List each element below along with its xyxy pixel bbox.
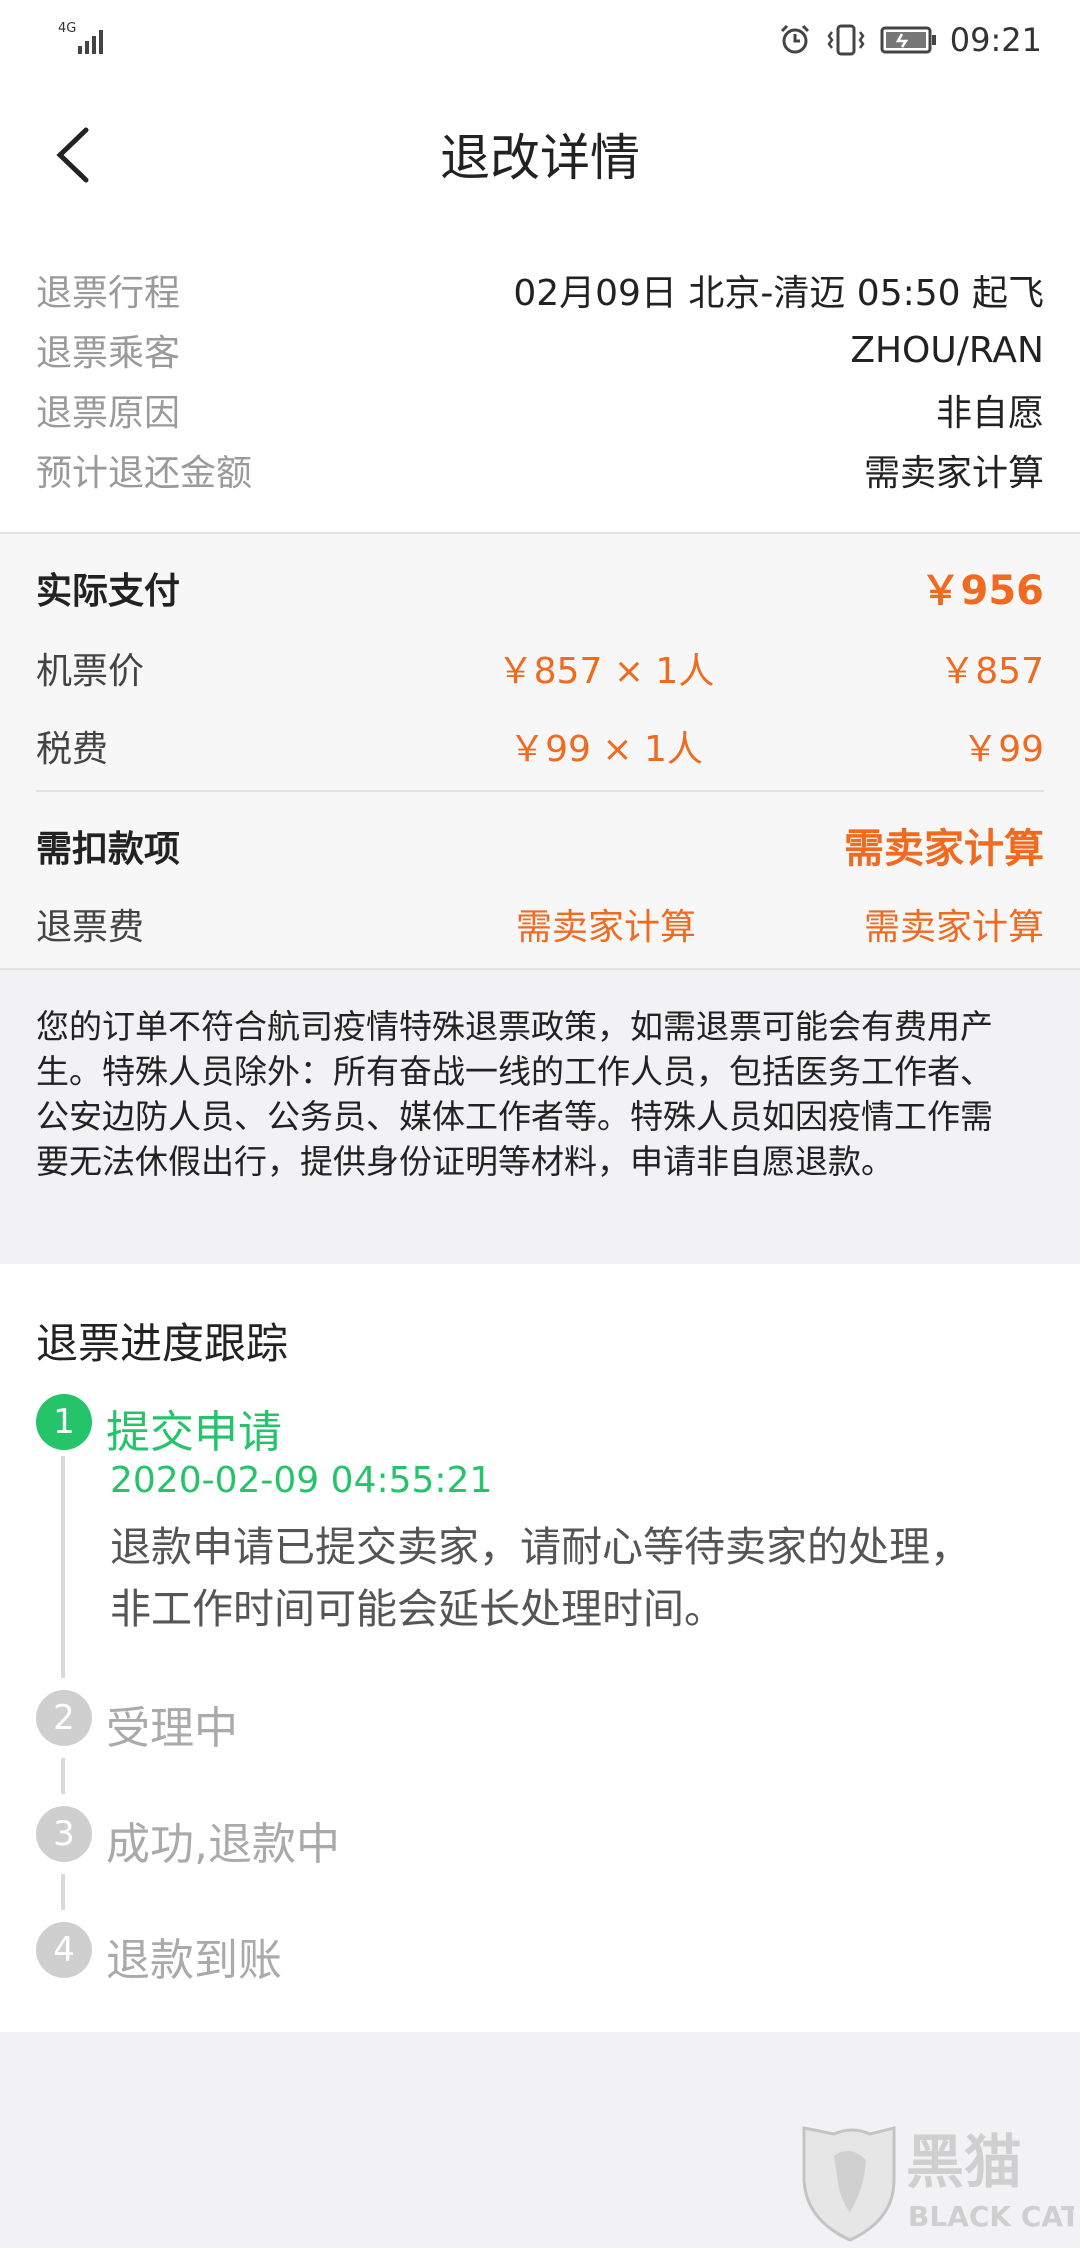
ticket-price-label: 机票价: [36, 651, 145, 692]
step-name: 受理中: [106, 1703, 238, 1754]
info-label: 预计退还金额: [36, 453, 253, 494]
step-name: 成功,退款中: [106, 1819, 340, 1870]
info-value: 02月09日 北京-清迈 05:50 起飞: [513, 273, 1044, 314]
payment-section: 实际支付 ￥956 机票价 ￥857 × 1人 ￥857 税费 ￥99 × 1人…: [0, 534, 1080, 968]
actual-payment-value: ￥956: [920, 568, 1045, 614]
divider: [36, 790, 1044, 792]
signal-icon: 4G: [58, 22, 110, 56]
policy-notice: 您的订单不符合航司疫情特殊退票政策，如需退票可能会有费用产生。特殊人员除外：所有…: [0, 970, 1080, 1264]
deduction-row: 需扣款项 需卖家计算: [36, 812, 1044, 872]
step-number: 2: [36, 1690, 92, 1746]
refund-fee-total: 需卖家计算: [863, 907, 1044, 948]
step-number: 4: [36, 1922, 92, 1978]
svg-text:BLACK CAT: BLACK CAT: [908, 2200, 1074, 2233]
svg-text:黑猫: 黑猫: [906, 2128, 1022, 2196]
refund-info-section: 退票行程 02月09日 北京-清迈 05:50 起飞 退票乘客 ZHOU/RAN…: [0, 230, 1080, 532]
notice-text: 您的订单不符合航司疫情特殊退票政策，如需退票可能会有费用产生。特殊人员除外：所有…: [36, 1007, 993, 1181]
step-name: 退款到账: [106, 1935, 282, 1986]
step-name: 提交申请: [106, 1407, 282, 1458]
status-icons: 09:21: [764, 18, 1042, 62]
info-row-itinerary: 退票行程 02月09日 北京-清迈 05:50 起飞: [36, 260, 1044, 320]
battery-icon: [880, 25, 938, 55]
network-type: 4G: [58, 21, 77, 36]
actual-payment-label: 实际支付: [36, 571, 181, 612]
progress-line: [61, 1874, 65, 1910]
step-time: 2020-02-09 04:55:21: [110, 1460, 493, 1501]
progress-line: [61, 1758, 65, 1794]
step-description: 退款申请已提交卖家，请耐心等待卖家的处理，非工作时间可能会延长处理时间。: [110, 1523, 971, 1633]
deduction-label: 需扣款项: [36, 829, 181, 870]
info-value: 非自愿: [935, 393, 1044, 434]
black-cat-watermark-logo: 黑猫 BLACK CAT: [794, 2120, 1080, 2244]
tax-label: 税费: [36, 729, 109, 770]
status-bar: 4G 09:21: [0, 0, 1080, 80]
alarm-icon: [778, 23, 812, 57]
vibrate-icon: [826, 23, 866, 57]
progress-title: 退票进度跟踪: [36, 1319, 289, 1368]
info-row-estimated-refund: 预计退还金额 需卖家计算: [36, 440, 1044, 500]
info-label: 退票乘客: [36, 333, 181, 374]
step-number: 3: [36, 1806, 92, 1862]
step-number: 1: [36, 1394, 92, 1450]
refund-fee-label: 退票费: [36, 907, 145, 948]
page-title: 退改详情: [440, 129, 640, 187]
ticket-price-total: ￥857: [939, 651, 1044, 692]
status-time: 09:21: [949, 21, 1042, 59]
actual-payment-row: 实际支付 ￥956: [36, 554, 1044, 614]
navigation-bar: 退改详情: [0, 80, 1080, 230]
refund-fee-unit: 需卖家计算: [515, 907, 696, 948]
progress-section: 退票进度跟踪: [0, 1264, 1080, 2032]
tax-total: ￥99: [962, 729, 1044, 770]
info-value: 需卖家计算: [863, 453, 1044, 494]
tax-unit: ￥99 × 1人: [509, 729, 703, 770]
info-label: 退票原因: [36, 393, 181, 434]
ticket-price-unit: ￥857 × 1人: [497, 651, 715, 692]
tax-row: 税费 ￥99 × 1人 ￥99: [36, 712, 1044, 772]
info-row-reason: 退票原因 非自愿: [36, 380, 1044, 440]
info-label: 退票行程: [36, 273, 181, 314]
info-row-passenger: 退票乘客 ZHOU/RAN: [36, 320, 1044, 380]
deduction-value: 需卖家计算: [844, 826, 1044, 872]
info-value: ZHOU/RAN: [850, 329, 1044, 371]
ticket-price-row: 机票价 ￥857 × 1人 ￥857: [36, 634, 1044, 694]
progress-line: [61, 1456, 65, 1678]
refund-fee-row: 退票费 需卖家计算 需卖家计算: [36, 890, 1044, 950]
